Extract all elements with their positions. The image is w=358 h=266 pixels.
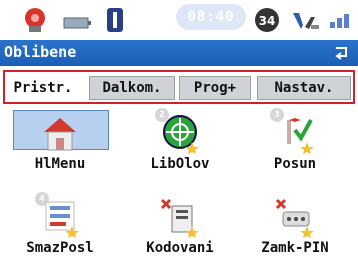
lock-pin-icon xyxy=(273,196,317,238)
bluetooth-icon xyxy=(100,4,130,36)
grid-item-label: Posun xyxy=(273,156,317,172)
target-icon xyxy=(158,112,202,154)
grid-item-kodovani[interactable]: Kodovani xyxy=(125,196,235,266)
gsm-badge-icon: 34 xyxy=(252,4,282,36)
back-icon[interactable] xyxy=(332,42,352,62)
grid-item-label: Zamk-PIN xyxy=(261,240,329,256)
wifi-icon xyxy=(288,4,322,36)
grid-item-posun[interactable]: 3 Posun xyxy=(240,108,350,182)
coding-icon xyxy=(158,196,202,238)
grid-item-zamk-pin[interactable]: Zamk-PIN xyxy=(240,196,350,266)
signal-bars-icon xyxy=(326,4,356,36)
svg-text:34: 34 xyxy=(259,14,276,28)
tab-dalkom[interactable]: Dalkom. xyxy=(89,76,175,100)
grid-item-hlmenu[interactable]: HlMenu xyxy=(5,110,115,182)
status-bar: 08:40 34 xyxy=(0,0,358,40)
grid-item-label: SmazPosl xyxy=(26,240,94,256)
satellite-icon xyxy=(18,4,52,36)
grid-item-label: LibOlov xyxy=(150,156,210,172)
grid-item-libolov[interactable]: 2 LibOlov xyxy=(125,108,235,182)
delete-list-icon xyxy=(38,196,82,238)
home-icon xyxy=(38,112,82,154)
battery-icon xyxy=(60,4,94,36)
tab-bar: Pristr. Dalkom. Prog+ Nastav. xyxy=(3,70,355,104)
grid-item-smazposl[interactable]: 4 SmazPosl xyxy=(5,192,115,266)
title-bar: Oblibene xyxy=(0,40,358,66)
grid-item-label: HlMenu xyxy=(34,156,86,172)
page-title: Oblibene xyxy=(4,43,77,61)
clock: 08:40 xyxy=(176,4,246,30)
stakeout-icon xyxy=(273,112,317,154)
tab-prog[interactable]: Prog+ xyxy=(179,76,251,100)
tab-pristr[interactable]: Pristr. xyxy=(7,76,79,100)
grid-item-label: Kodovani xyxy=(146,240,214,256)
tab-nastav[interactable]: Nastav. xyxy=(257,76,351,100)
